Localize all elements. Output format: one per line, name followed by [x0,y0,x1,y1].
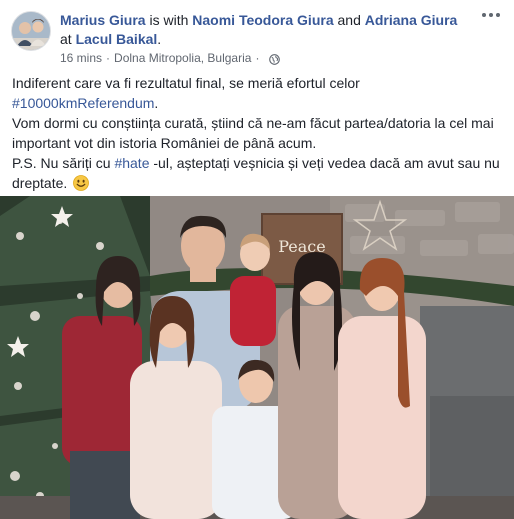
post-header-text: Marius Giura is with Naomi Teodora Giura… [60,11,470,49]
header-period: . [157,31,162,47]
post-paragraph-2: Vom dormi cu conștiința curată, știind c… [12,113,508,153]
tagged-person-1-link[interactable]: Naomi Teodora Giura [192,12,333,28]
hashtag-link-referendum[interactable]: #10000kmReferendum [12,95,154,111]
post-photo[interactable]: Peace [0,196,514,519]
post-location-link[interactable]: Dolna Mitropolia, Bulgaria [114,50,251,66]
place-link[interactable]: Lacul Baikal [76,31,158,47]
post-line-1: Indiferent care va fi rezultatul final, … [12,75,360,91]
post-paragraph-3: P.S. Nu săriți cu #hate -ul, așteptați v… [12,153,508,193]
smiley-emoji-icon [73,175,90,191]
at-text: at [60,31,72,47]
hashtag-link-hate[interactable]: #hate [114,155,149,171]
ps-start: P.S. Nu săriți cu [12,155,115,171]
post-paragraph-1: Indiferent care va fi rezultatul final, … [12,73,508,113]
tagged-person-2-link[interactable]: Adriana Giura [365,12,458,28]
post-meta: 16 mins · Dolna Mitropolia, Bulgaria · [60,50,281,66]
hashtag-period: . [154,95,159,111]
with-text: is with [149,12,189,28]
meta-separator: · [106,51,111,65]
meta-separator-2: · [255,51,260,65]
globe-icon[interactable] [269,53,281,65]
and-text: and [337,12,361,28]
post-header: Marius Giura is with Naomi Teodora Giura… [0,0,514,72]
more-options-icon[interactable] [482,10,500,20]
author-avatar[interactable] [11,11,51,51]
post-timestamp-link[interactable]: 16 mins [60,50,102,66]
post-line-2: Vom dormi cu conștiința curată, știind c… [12,115,494,151]
author-name-link[interactable]: Marius Giura [60,12,146,28]
post-body: Indiferent care va fi rezultatul final, … [12,73,508,193]
